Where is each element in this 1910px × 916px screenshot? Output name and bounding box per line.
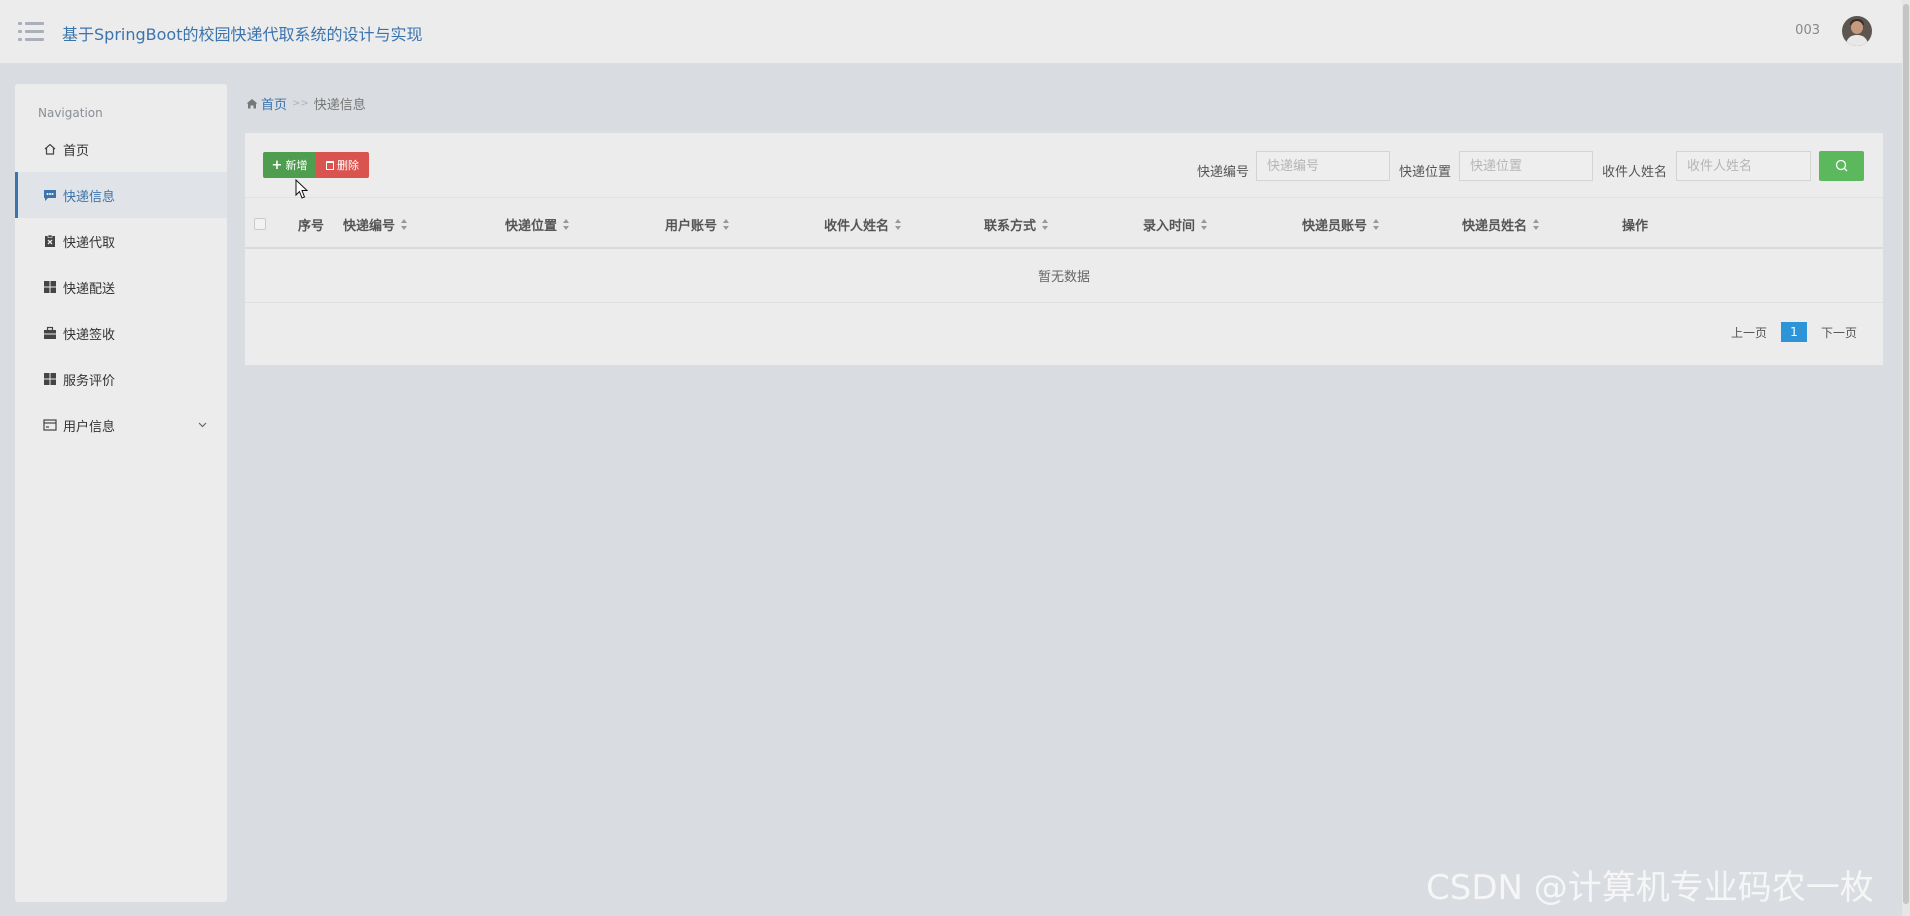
express-no-input[interactable] — [1256, 151, 1390, 181]
sidebar-item-express-pickup[interactable]: 快递代取 — [15, 218, 227, 264]
column-header-entry-time[interactable]: 录入时间 — [1143, 215, 1208, 234]
briefcase-icon — [43, 326, 57, 340]
mouse-cursor-icon — [295, 179, 309, 199]
select-all-checkbox[interactable] — [254, 218, 266, 230]
app-title: 基于SpringBoot的校园快递代取系统的设计与实现 — [62, 25, 423, 44]
column-header-express-no[interactable]: 快递编号 — [343, 215, 408, 234]
menu-toggle-icon[interactable] — [18, 20, 44, 44]
sidebar-item-express-info[interactable]: 快递信息 — [15, 172, 227, 218]
filter-label-express-no: 快递编号 — [1197, 165, 1250, 180]
plus-icon: + — [271, 157, 283, 173]
delete-button-label: 删除 — [337, 159, 359, 172]
user-name[interactable]: 003 — [1795, 23, 1820, 38]
sort-icon[interactable] — [723, 219, 730, 230]
sidebar-item-user-info[interactable]: 用户信息 — [15, 402, 227, 448]
home-icon — [246, 99, 258, 109]
breadcrumb-separator: >> — [292, 98, 309, 109]
recipient-name-input[interactable] — [1676, 151, 1811, 181]
home-icon — [43, 142, 57, 156]
filter-label-recipient-name: 收件人姓名 — [1602, 165, 1668, 180]
grid-icon — [43, 280, 57, 294]
sidebar-item-label: 首页 — [63, 143, 90, 159]
search-button[interactable] — [1819, 151, 1864, 181]
nav-heading: Navigation — [38, 106, 103, 120]
chat-icon — [43, 188, 57, 202]
express-info-panel: + 新增 删除 快递编号 快递位置 收件人姓名 序号 快递编号 快递位置 用户账… — [245, 133, 1883, 365]
column-header-courier-name[interactable]: 快递员姓名 — [1462, 215, 1540, 234]
add-button[interactable]: + 新增 — [263, 152, 316, 178]
breadcrumb: 首页 >> 快递信息 — [246, 94, 366, 113]
column-header-recipient-name[interactable]: 收件人姓名 — [824, 215, 902, 234]
column-header-index: 序号 — [298, 219, 325, 234]
pagination: 上一页 1 下一页 — [1731, 322, 1857, 342]
sort-icon[interactable] — [895, 219, 902, 230]
sort-icon[interactable] — [1201, 219, 1208, 230]
sort-icon[interactable] — [1373, 219, 1380, 230]
watermark-text: CSDN @计算机专业码农一枚 — [1426, 868, 1874, 908]
sidebar-item-label: 快递信息 — [63, 189, 116, 205]
card-icon — [43, 418, 57, 432]
filter-label-express-location: 快递位置 — [1399, 165, 1452, 180]
express-location-input[interactable] — [1459, 151, 1593, 181]
sort-icon[interactable] — [401, 219, 408, 230]
page-scrollbar[interactable] — [1902, 0, 1910, 916]
sidebar-item-label: 用户信息 — [63, 419, 116, 435]
column-header-contact[interactable]: 联系方式 — [984, 215, 1049, 234]
avatar[interactable] — [1842, 16, 1872, 46]
nav-list: 首页 快递信息 快递代取 快递配送 快递签收 服务评价 用户信息 — [15, 126, 227, 448]
clipboard-icon — [43, 234, 57, 248]
sort-icon[interactable] — [563, 219, 570, 230]
sort-icon[interactable] — [1533, 219, 1540, 230]
prev-page-button[interactable]: 上一页 — [1731, 324, 1767, 341]
breadcrumb-home-link[interactable]: 首页 — [261, 94, 287, 113]
table-empty-row: 暂无数据 — [245, 249, 1883, 303]
table-header: 序号 快递编号 快递位置 用户账号 收件人姓名 联系方式 录入时间 快递员账号 … — [245, 197, 1883, 249]
sidebar-item-label: 服务评价 — [63, 373, 116, 389]
sidebar: Navigation 首页 快递信息 快递代取 快递配送 快递签收 服务评价 用… — [15, 84, 227, 902]
column-header-express-location[interactable]: 快递位置 — [505, 215, 570, 234]
column-header-user-account[interactable]: 用户账号 — [665, 215, 730, 234]
scrollbar-thumb[interactable] — [1903, 4, 1909, 904]
page-number-current[interactable]: 1 — [1780, 322, 1807, 342]
column-header-actions: 操作 — [1622, 219, 1649, 234]
search-icon — [1835, 159, 1848, 172]
next-page-button[interactable]: 下一页 — [1821, 324, 1857, 341]
trash-icon — [326, 160, 334, 170]
sidebar-item-label: 快递签收 — [63, 327, 116, 343]
chevron-down-icon[interactable] — [198, 418, 207, 428]
delete-button[interactable]: 删除 — [316, 152, 369, 178]
sidebar-item-express-signoff[interactable]: 快递签收 — [15, 310, 227, 356]
top-header: 基于SpringBoot的校园快递代取系统的设计与实现 003 — [0, 0, 1910, 64]
column-header-courier-account[interactable]: 快递员账号 — [1302, 215, 1380, 234]
breadcrumb-current: 快递信息 — [313, 98, 366, 113]
grid-icon — [43, 372, 57, 386]
sidebar-item-express-delivery[interactable]: 快递配送 — [15, 264, 227, 310]
sort-icon[interactable] — [1042, 219, 1049, 230]
sidebar-item-home[interactable]: 首页 — [15, 126, 227, 172]
sidebar-item-service-review[interactable]: 服务评价 — [15, 356, 227, 402]
add-button-label: 新增 — [285, 159, 308, 172]
sidebar-item-label: 快递代取 — [63, 235, 116, 251]
sidebar-item-label: 快递配送 — [63, 281, 116, 297]
